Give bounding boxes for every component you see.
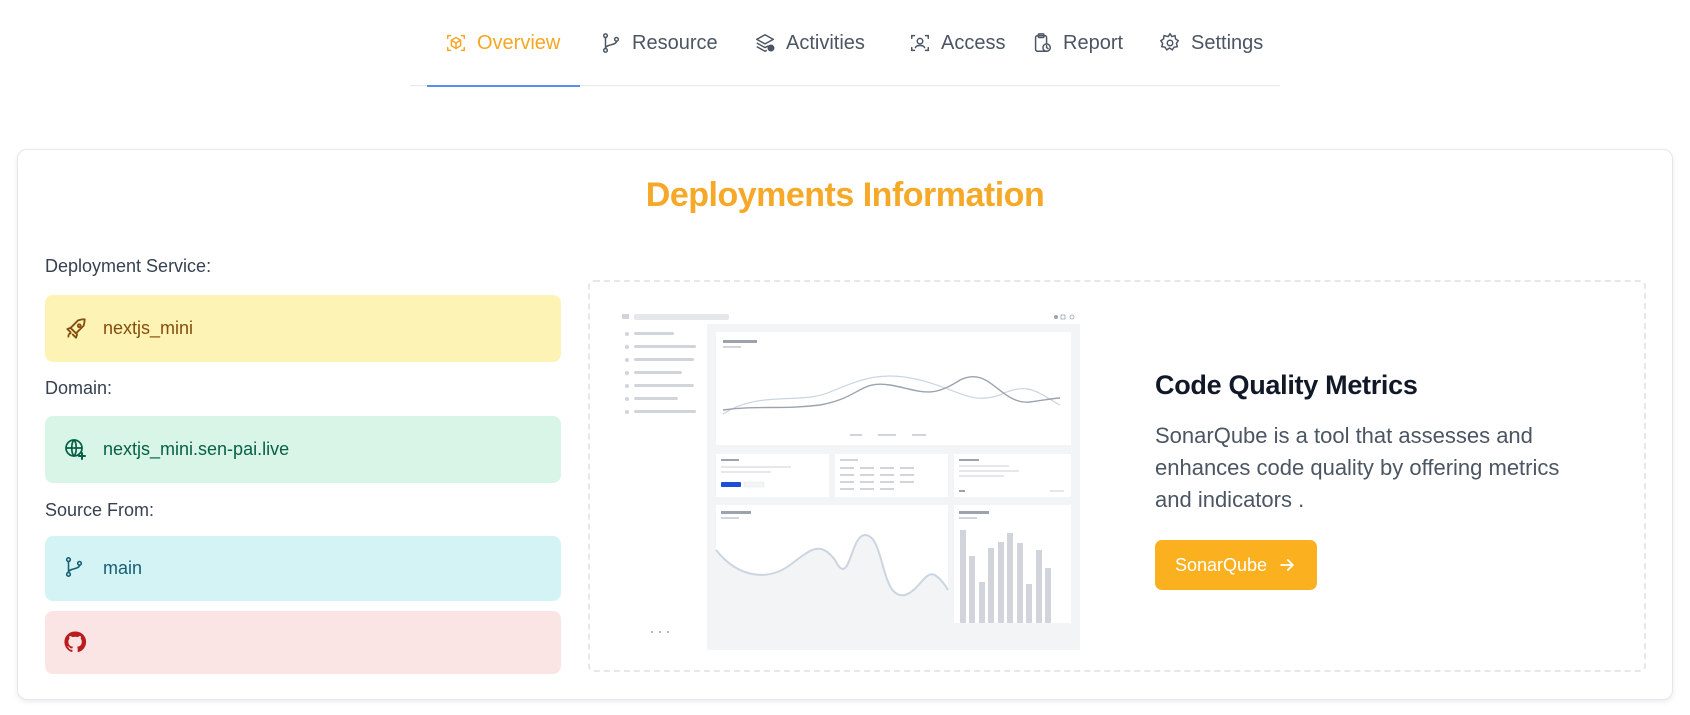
git-branch-icon bbox=[63, 556, 89, 582]
tab-activities[interactable]: Activities bbox=[736, 0, 883, 86]
deployment-service-value: nextjs_mini bbox=[103, 318, 194, 338]
tab-label: Activities bbox=[786, 31, 865, 54]
dashboard-illustration bbox=[620, 310, 1080, 650]
tab-label: Settings bbox=[1191, 31, 1264, 54]
metrics-title: Code Quality Metrics bbox=[1155, 370, 1418, 400]
tab-overview[interactable]: Overview bbox=[427, 0, 580, 87]
box-scan-icon bbox=[445, 32, 467, 54]
code-quality-panel: Code Quality Metrics SonarQube is a tool… bbox=[588, 280, 1646, 672]
gear-icon bbox=[1159, 32, 1181, 54]
card-title: Deployments Information bbox=[645, 176, 1045, 214]
tab-report[interactable]: Report bbox=[1013, 0, 1141, 86]
tab-resource[interactable]: Resource bbox=[582, 0, 736, 86]
git-branch-icon bbox=[600, 32, 622, 54]
sonarqube-button[interactable]: SonarQube bbox=[1155, 540, 1318, 590]
user-scan-icon bbox=[909, 32, 931, 54]
repository-pill[interactable] bbox=[45, 611, 561, 674]
domain-label: Domain: bbox=[45, 378, 113, 398]
globe-plus-icon bbox=[63, 437, 89, 463]
domain-value: nextjs_mini.sen-pai.live bbox=[103, 439, 290, 459]
source-label: Source From: bbox=[45, 500, 155, 520]
tab-label: Access bbox=[941, 31, 1006, 54]
deployment-service-label: Deployment Service: bbox=[45, 256, 212, 276]
layers-check-icon bbox=[754, 32, 776, 54]
arrow-right-icon bbox=[1277, 555, 1297, 575]
source-value: main bbox=[103, 558, 143, 578]
rocket-icon bbox=[63, 316, 89, 342]
tab-bar: Overview Resource Activities Access Repo… bbox=[410, 0, 1281, 87]
sonarqube-button-label: SonarQube bbox=[1175, 554, 1268, 575]
metrics-description: SonarQube is a tool that assesses and en… bbox=[1155, 423, 1560, 512]
clipboard-clock-icon bbox=[1031, 32, 1053, 54]
github-icon bbox=[63, 630, 89, 656]
tab-settings[interactable]: Settings bbox=[1141, 0, 1281, 86]
source-pill[interactable]: main bbox=[45, 536, 561, 601]
deployments-card: Deployments Information Deployment Servi… bbox=[17, 149, 1673, 700]
tab-label: Resource bbox=[632, 31, 718, 54]
deployment-service-pill[interactable]: nextjs_mini bbox=[45, 295, 561, 362]
tab-label: Report bbox=[1063, 31, 1124, 54]
domain-pill[interactable]: nextjs_mini.sen-pai.live bbox=[45, 416, 561, 483]
tab-label: Overview bbox=[477, 31, 561, 54]
tab-access[interactable]: Access bbox=[891, 0, 1023, 86]
